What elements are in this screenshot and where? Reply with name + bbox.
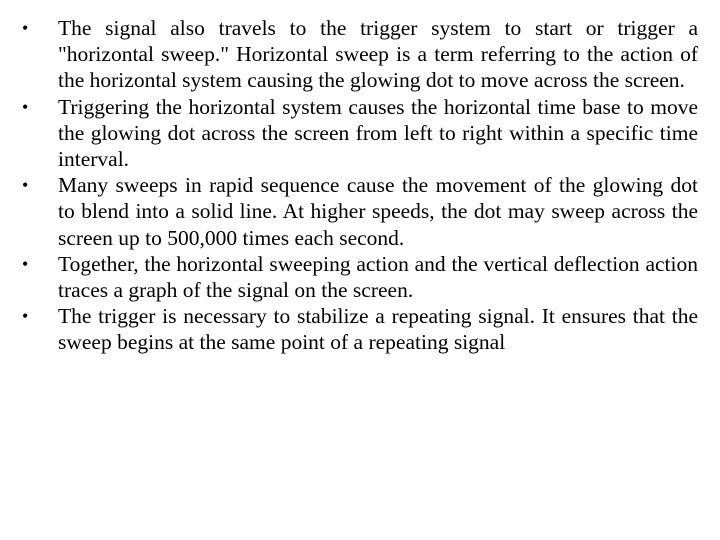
bullet-icon: • xyxy=(22,18,29,38)
bullet-item: • Triggering the horizontal system cause… xyxy=(22,94,698,173)
bullet-text: Together, the horizontal sweeping action… xyxy=(58,251,698,303)
bullet-item: • Together, the horizontal sweeping acti… xyxy=(22,251,698,303)
bullet-text: Many sweeps in rapid sequence cause the … xyxy=(58,173,698,250)
bullet-text: Triggering the horizontal system causes … xyxy=(58,94,698,172)
bullet-icon: • xyxy=(22,306,29,327)
bullet-icon: • xyxy=(22,96,29,117)
bullet-item: • The trigger is necessary to stabilize … xyxy=(22,303,698,355)
bullet-item: • The signal also travels to the trigger… xyxy=(22,15,698,94)
bullet-list: • The signal also travels to the trigger… xyxy=(22,15,698,356)
bullet-icon: • xyxy=(22,253,29,274)
bullet-item: • Many sweeps in rapid sequence cause th… xyxy=(22,172,698,251)
bullet-text: The signal also travels to the trigger s… xyxy=(58,16,698,93)
slide: • The signal also travels to the trigger… xyxy=(0,0,720,540)
bullet-text: The trigger is necessary to stabilize a … xyxy=(58,304,698,355)
bullet-icon: • xyxy=(22,175,29,196)
